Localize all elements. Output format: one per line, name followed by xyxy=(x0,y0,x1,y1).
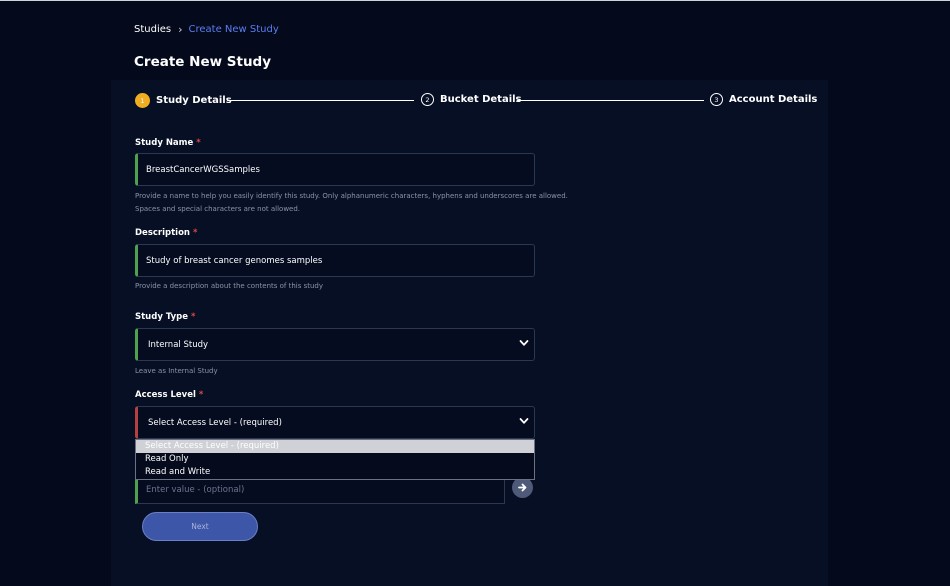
add-value-button[interactable] xyxy=(512,477,533,498)
step-bucket-details[interactable]: 2 Bucket Details xyxy=(421,93,522,106)
step-number-badge: 3 xyxy=(710,93,723,106)
step-study-details[interactable]: 1 Study Details xyxy=(135,93,232,108)
window-top-border xyxy=(0,0,950,1)
step-connector xyxy=(227,100,414,101)
required-marker: * xyxy=(196,138,201,148)
study-type-help: Leave as Internal Study xyxy=(135,367,218,375)
description-label: Description * xyxy=(135,228,197,238)
label-text: Study Name xyxy=(135,138,194,148)
description-value: Study of breast cancer genomes samples xyxy=(146,255,323,266)
access-level-dropdown-list: Select Access Level - (required) Read On… xyxy=(135,439,535,480)
required-marker: * xyxy=(190,312,196,322)
study-name-help: Provide a name to help you easily identi… xyxy=(135,192,568,213)
access-level-select[interactable]: Select Access Level - (required) xyxy=(135,406,535,439)
step-number-badge: 1 xyxy=(135,93,150,108)
step-label: Bucket Details xyxy=(440,94,522,105)
access-level-label: Access Level * xyxy=(135,390,203,400)
page-title: Create New Study xyxy=(134,54,272,70)
optional-value-input[interactable]: Enter value - (optional) xyxy=(135,476,505,504)
step-label: Study Details xyxy=(156,95,232,106)
breadcrumb-studies-link[interactable]: Studies xyxy=(134,24,171,35)
access-level-option[interactable]: Select Access Level - (required) xyxy=(136,440,534,453)
step-account-details[interactable]: 3 Account Details xyxy=(710,93,817,106)
step-connector xyxy=(517,100,704,101)
study-name-input[interactable]: BreastCancerWGSSamples xyxy=(135,153,535,186)
breadcrumb-current[interactable]: Create New Study xyxy=(189,24,279,35)
access-level-option[interactable]: Read Only xyxy=(136,453,534,466)
label-text: Description xyxy=(135,228,190,238)
next-button[interactable]: Next xyxy=(142,512,258,541)
study-name-value: BreastCancerWGSSamples xyxy=(146,164,260,175)
breadcrumb-separator: › xyxy=(178,23,183,36)
description-help: Provide a description about the contents… xyxy=(135,282,324,290)
step-label: Account Details xyxy=(729,94,818,105)
study-name-label: Study Name * xyxy=(135,138,201,148)
access-level-value: Select Access Level - (required) xyxy=(148,417,282,428)
access-level-option[interactable]: Read and Write xyxy=(136,466,534,479)
required-marker: * xyxy=(192,228,198,238)
study-type-label: Study Type * xyxy=(135,312,195,322)
study-type-value: Internal Study xyxy=(148,339,209,350)
description-input[interactable]: Study of breast cancer genomes samples xyxy=(135,244,535,277)
label-text: Access Level xyxy=(135,390,196,400)
required-marker: * xyxy=(198,390,204,400)
study-type-select[interactable]: Internal Study xyxy=(135,328,535,361)
label-text: Study Type xyxy=(135,312,189,322)
chevron-down-icon xyxy=(519,340,529,346)
chevron-down-icon xyxy=(519,418,529,424)
breadcrumb: Studies › Create New Study xyxy=(134,23,279,36)
arrow-right-icon xyxy=(518,483,527,492)
optional-value-placeholder: Enter value - (optional) xyxy=(146,484,245,495)
step-number-badge: 2 xyxy=(421,93,434,106)
